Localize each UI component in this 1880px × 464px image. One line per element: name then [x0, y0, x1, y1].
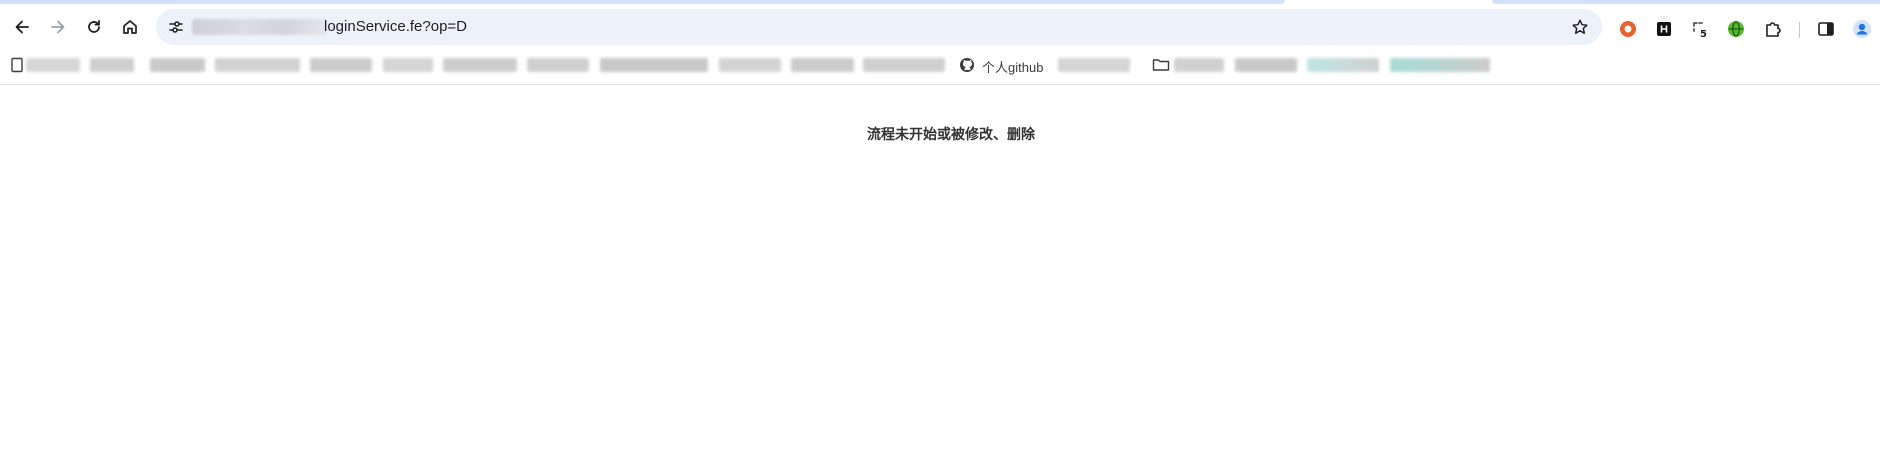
bookmark-redacted[interactable]	[1390, 58, 1490, 72]
puzzle-icon	[1766, 22, 1781, 37]
side-panel-button[interactable]	[1816, 19, 1836, 39]
bookmark-redacted[interactable]	[863, 58, 945, 72]
bookmark-redacted[interactable]	[1235, 58, 1297, 72]
bookmark-github-label[interactable]: 个人github	[982, 57, 1043, 76]
toolbar-divider	[1799, 22, 1800, 38]
extension-record-button[interactable]	[1618, 19, 1638, 39]
extensions-menu-button[interactable]	[1763, 19, 1783, 39]
bookmark-redacted[interactable]	[1058, 58, 1130, 72]
home-icon	[123, 20, 137, 34]
bookmark-star-button[interactable]	[1570, 17, 1590, 37]
bookmark-redacted[interactable]	[26, 58, 80, 72]
tune-icon	[169, 21, 183, 33]
extension-green-button[interactable]	[1726, 19, 1746, 39]
arrow-left-icon	[15, 20, 29, 34]
tab-count-badge: 5	[1700, 29, 1707, 39]
github-icon	[960, 58, 974, 72]
bookmark-redacted[interactable]	[215, 58, 300, 72]
bookmark-redacted[interactable]	[383, 58, 433, 72]
extension-tabs-button[interactable]: 5	[1691, 19, 1711, 39]
extension-h-button[interactable]	[1654, 19, 1674, 39]
folder-icon	[1152, 59, 1170, 71]
url-text[interactable]: loginService.fe?op=D	[324, 18, 467, 35]
browser-toolbar: loginService.fe?op=D 5	[0, 5, 1880, 49]
folder-bookmark-icon[interactable]	[1152, 56, 1170, 74]
bookmark-redacted[interactable]	[527, 58, 589, 72]
reload-icon	[88, 20, 100, 33]
site-info-button[interactable]	[166, 17, 186, 37]
h-logo-icon	[1657, 22, 1671, 36]
document-icon	[11, 57, 23, 73]
status-message: 流程未开始或被修改、删除	[867, 127, 1035, 143]
tab-counter-icon: 5	[1693, 22, 1707, 39]
arrow-right-icon	[51, 20, 65, 34]
profile-button[interactable]	[1852, 19, 1872, 39]
github-bookmark-icon[interactable]	[958, 56, 976, 74]
bookmark-redacted[interactable]	[443, 58, 517, 72]
address-bar[interactable]: loginService.fe?op=D	[156, 9, 1602, 45]
record-icon	[1620, 21, 1636, 37]
page-icon[interactable]	[8, 56, 26, 74]
url-redacted	[192, 19, 327, 35]
reload-button[interactable]	[79, 12, 109, 42]
bookmark-redacted[interactable]	[791, 58, 854, 72]
page-content: 流程未开始或被修改、删除	[0, 85, 1880, 464]
bookmark-redacted[interactable]	[310, 58, 372, 72]
bookmark-redacted[interactable]	[1174, 58, 1224, 72]
side-panel-icon	[1818, 22, 1834, 36]
profile-avatar-icon	[1853, 20, 1871, 38]
green-globe-icon	[1728, 21, 1744, 37]
bookmark-redacted[interactable]	[90, 58, 134, 72]
star-icon	[1572, 19, 1588, 34]
bookmarks-bar: 个人github	[0, 49, 1880, 85]
back-button[interactable]	[7, 12, 37, 42]
tab-strip-edge	[0, 0, 1285, 4]
bookmark-redacted[interactable]	[719, 58, 781, 72]
bookmark-redacted[interactable]	[150, 58, 205, 72]
bookmark-redacted[interactable]	[600, 58, 708, 72]
bookmark-redacted[interactable]	[1307, 58, 1379, 72]
tab-strip-edge-right	[1492, 0, 1880, 4]
home-button[interactable]	[115, 12, 145, 42]
forward-button[interactable]	[43, 12, 73, 42]
